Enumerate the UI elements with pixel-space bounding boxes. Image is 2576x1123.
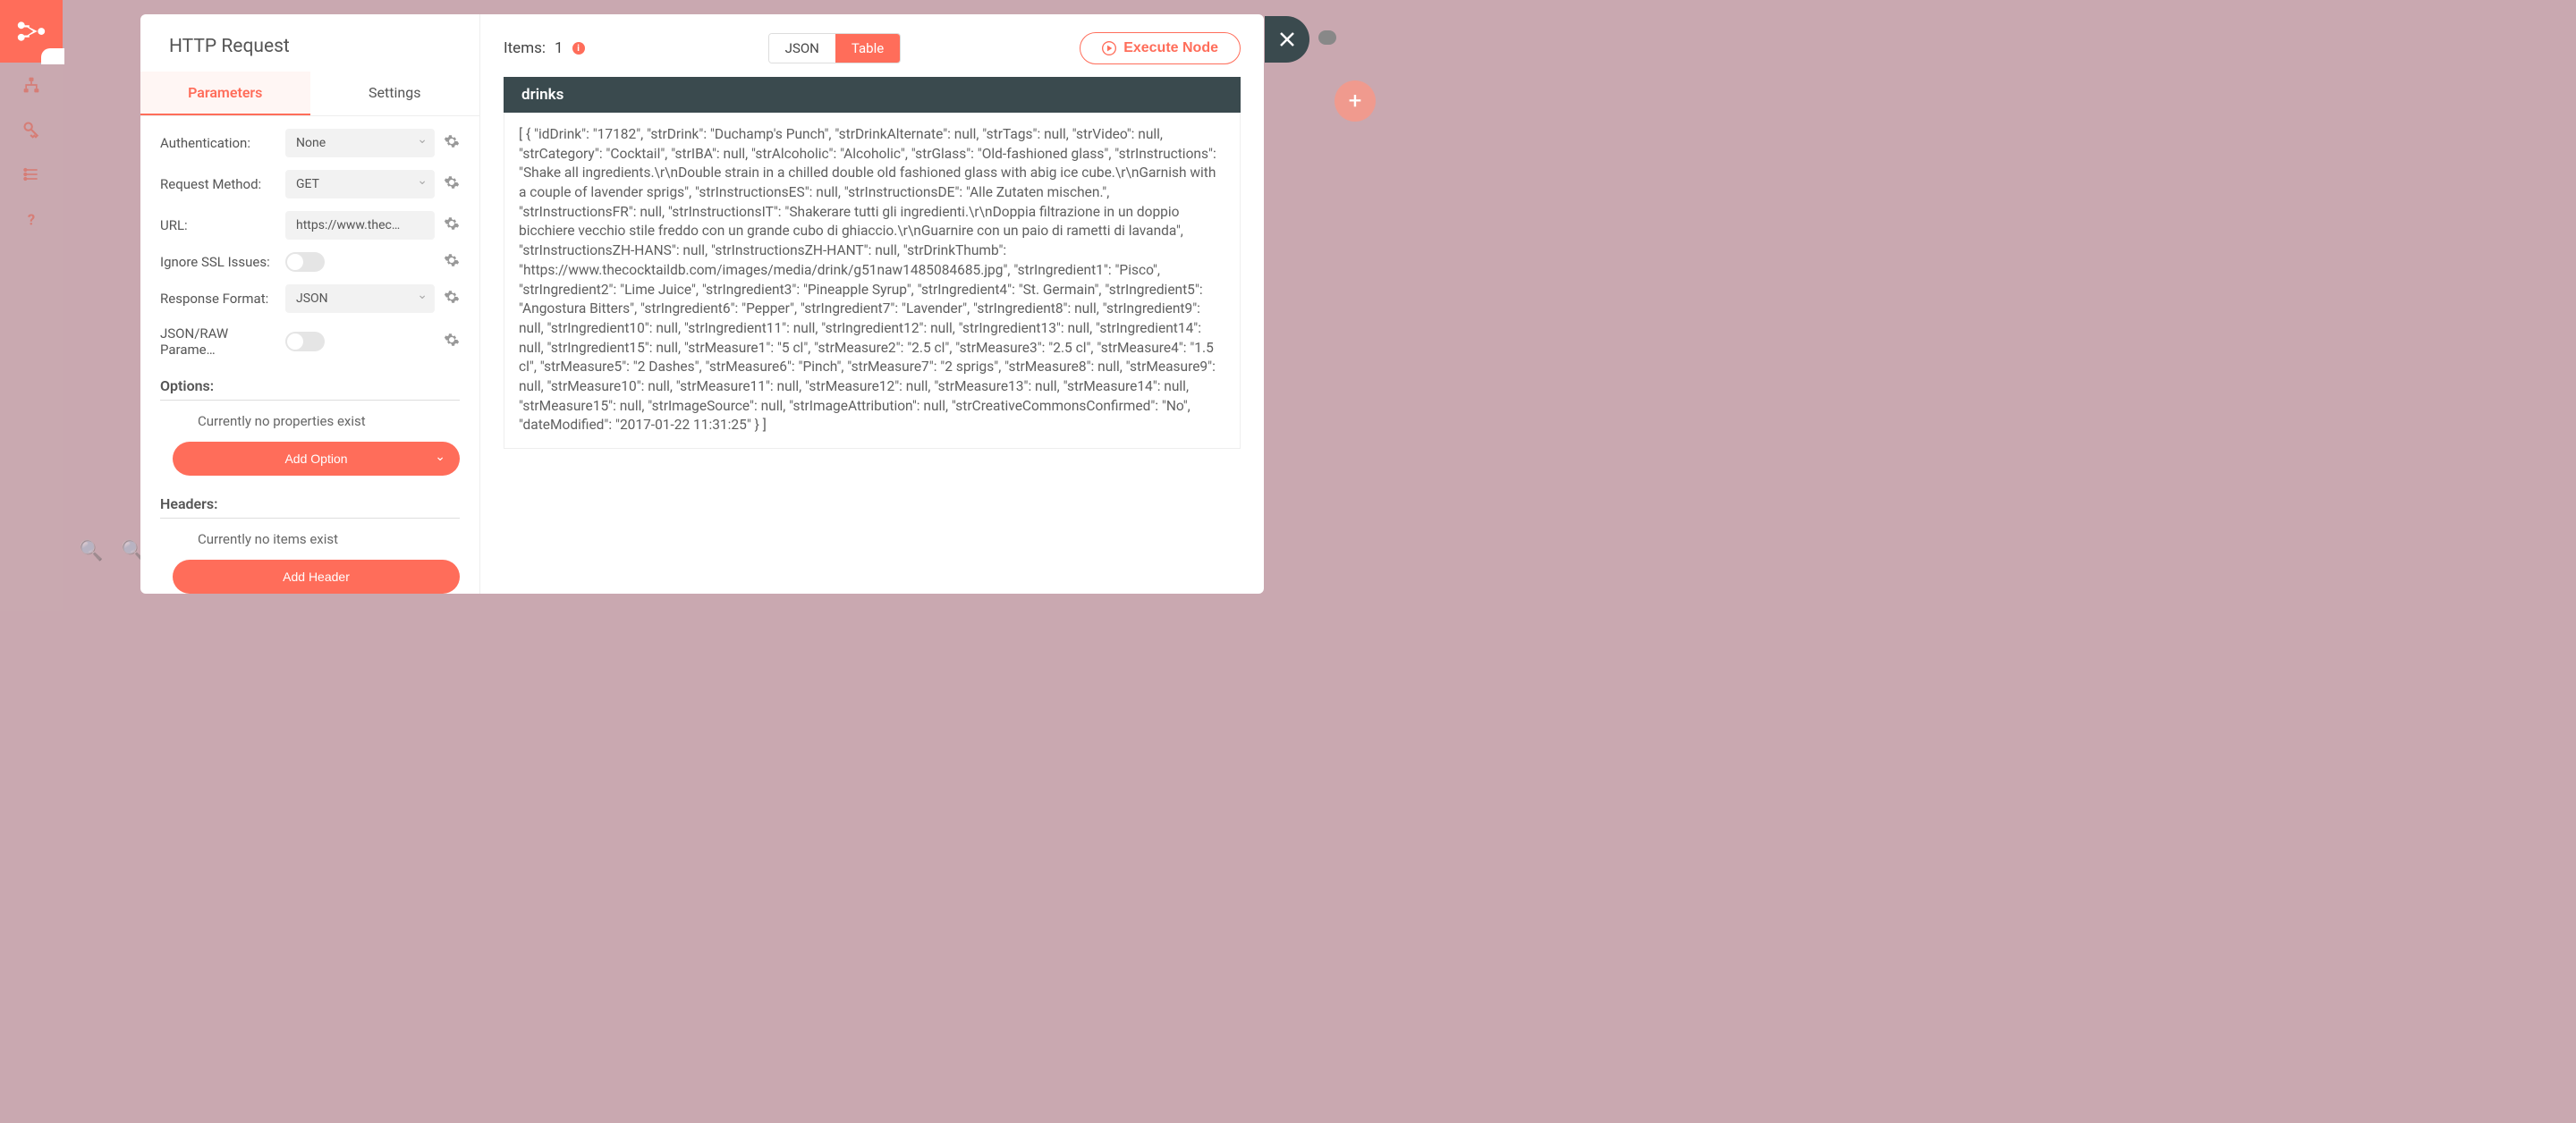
format-select[interactable]: JSON bbox=[285, 284, 435, 313]
method-select[interactable]: GET bbox=[285, 170, 435, 198]
format-label: Response Format: bbox=[160, 291, 285, 307]
executions-icon[interactable] bbox=[0, 152, 63, 197]
svg-text:?: ? bbox=[28, 213, 35, 228]
zoom-controls: 🔍 🔍 bbox=[79, 540, 146, 562]
gear-icon[interactable] bbox=[444, 174, 460, 194]
modal-title: HTTP Request bbox=[140, 14, 479, 72]
view-json-button[interactable]: JSON bbox=[769, 34, 835, 63]
credentials-icon[interactable] bbox=[0, 107, 63, 152]
brand-logo[interactable] bbox=[0, 0, 63, 63]
auth-select[interactable]: None bbox=[285, 129, 435, 157]
modal-tabs: Parameters Settings bbox=[140, 72, 479, 116]
divider bbox=[160, 400, 460, 401]
workflows-icon[interactable] bbox=[0, 63, 63, 107]
info-icon[interactable]: i bbox=[572, 42, 585, 55]
close-button[interactable] bbox=[1265, 16, 1309, 63]
add-header-button[interactable]: Add Header bbox=[173, 560, 460, 594]
headers-empty: Currently no items exist bbox=[173, 531, 460, 547]
options-section-title: Options: bbox=[160, 377, 460, 394]
view-toggle: JSON Table bbox=[768, 33, 902, 63]
method-label: Request Method: bbox=[160, 176, 285, 192]
results-panel: Items: 1 i JSON Table Execute Node drink… bbox=[480, 14, 1264, 594]
tab-settings[interactable]: Settings bbox=[310, 72, 480, 115]
add-option-button[interactable]: Add Option bbox=[173, 442, 460, 476]
gear-icon[interactable] bbox=[444, 133, 460, 153]
raw-toggle[interactable] bbox=[285, 332, 325, 351]
headers-section-title: Headers: bbox=[160, 495, 460, 512]
items-count: Items: 1 i bbox=[504, 39, 585, 57]
add-node-button[interactable]: + bbox=[1335, 80, 1376, 122]
gear-icon[interactable] bbox=[444, 332, 460, 351]
gear-icon[interactable] bbox=[444, 289, 460, 308]
options-empty: Currently no properties exist bbox=[173, 413, 460, 429]
workflow-active-toggle[interactable] bbox=[1318, 30, 1336, 45]
left-rail: ? bbox=[0, 0, 63, 611]
execute-node-button[interactable]: Execute Node bbox=[1080, 32, 1241, 64]
parameters-panel: HTTP Request Parameters Settings Authent… bbox=[140, 14, 480, 594]
table-column-header: drinks bbox=[504, 77, 1241, 113]
view-table-button[interactable]: Table bbox=[835, 34, 900, 63]
gear-icon[interactable] bbox=[444, 252, 460, 272]
raw-label: JSON/RAW Parame… bbox=[160, 325, 285, 358]
ssl-toggle[interactable] bbox=[285, 252, 325, 272]
gear-icon[interactable] bbox=[444, 215, 460, 235]
help-icon[interactable]: ? bbox=[0, 197, 63, 241]
url-label: URL: bbox=[160, 217, 285, 233]
divider bbox=[160, 518, 460, 519]
auth-label: Authentication: bbox=[160, 135, 285, 151]
url-input[interactable]: https://www.thec… bbox=[285, 211, 435, 240]
table-cell: [ { "idDrink": "17182", "strDrink": "Duc… bbox=[504, 113, 1241, 449]
node-modal: HTTP Request Parameters Settings Authent… bbox=[140, 14, 1264, 594]
ssl-label: Ignore SSL Issues: bbox=[160, 254, 285, 270]
zoom-in-icon[interactable]: 🔍 bbox=[79, 540, 103, 562]
tab-parameters[interactable]: Parameters bbox=[140, 72, 310, 115]
